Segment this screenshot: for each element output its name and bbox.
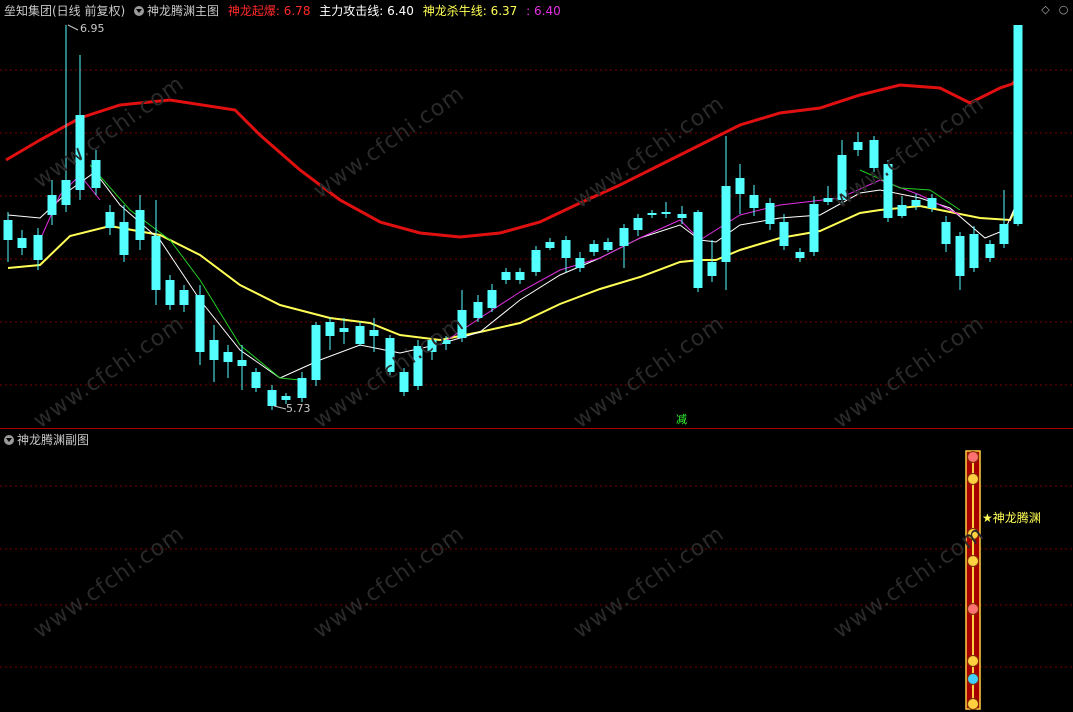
candle-body bbox=[369, 330, 379, 336]
candle-body bbox=[61, 180, 71, 205]
candle-body bbox=[589, 244, 599, 252]
candle-body bbox=[897, 205, 907, 216]
low-price-label: 5.73 bbox=[286, 402, 311, 415]
candle-body bbox=[281, 396, 291, 400]
candle-body bbox=[707, 262, 717, 276]
candle-body bbox=[267, 390, 277, 406]
candle-body bbox=[195, 295, 205, 352]
candle-body bbox=[3, 220, 13, 240]
signal-label: 减 bbox=[676, 413, 687, 426]
candle-body bbox=[515, 272, 525, 280]
candle-body bbox=[17, 238, 27, 248]
candle-body bbox=[969, 234, 979, 268]
candle-body bbox=[339, 328, 349, 332]
coin-icon bbox=[967, 555, 979, 567]
low-pointer bbox=[273, 405, 287, 410]
butterfly-icon bbox=[967, 473, 979, 485]
candle-body bbox=[135, 210, 145, 240]
arrow-up-icon bbox=[967, 698, 979, 710]
diamond-icon bbox=[967, 451, 979, 463]
candle-body bbox=[661, 212, 671, 214]
candle-body bbox=[209, 340, 219, 360]
candle-body bbox=[999, 224, 1009, 244]
candle-body bbox=[693, 212, 703, 288]
candle-body bbox=[749, 195, 759, 208]
candle-body bbox=[179, 290, 189, 305]
candle-body bbox=[501, 272, 511, 280]
candle-body bbox=[311, 325, 321, 380]
candle-body bbox=[955, 236, 965, 276]
candle-body bbox=[619, 228, 629, 246]
candle-body bbox=[355, 326, 365, 344]
candle-body bbox=[985, 244, 995, 258]
candle-body bbox=[633, 218, 643, 230]
candle-body bbox=[297, 378, 307, 398]
candle-body bbox=[941, 222, 951, 244]
candle-body bbox=[33, 235, 43, 260]
sub-marker-label: ★神龙腾渊 bbox=[982, 511, 1041, 525]
candle-body bbox=[677, 214, 687, 218]
candle-body bbox=[735, 178, 745, 194]
candle-body bbox=[237, 360, 247, 366]
high-pointer bbox=[67, 24, 79, 31]
candle-body bbox=[927, 198, 937, 208]
candle-body bbox=[721, 186, 731, 262]
candle-body bbox=[545, 242, 555, 248]
candle-body bbox=[809, 204, 819, 252]
candle-body bbox=[105, 212, 115, 228]
candle-body bbox=[325, 322, 335, 336]
candle-body bbox=[47, 195, 57, 215]
butterfly-icon bbox=[967, 673, 979, 685]
candle-body bbox=[647, 213, 657, 215]
candle-body bbox=[603, 242, 613, 250]
candle-body bbox=[575, 258, 585, 268]
high-price-label: 6.95 bbox=[80, 22, 105, 35]
candle-body bbox=[91, 160, 101, 188]
candle-body bbox=[119, 222, 129, 255]
candle-body bbox=[823, 198, 833, 202]
candle-body bbox=[151, 236, 161, 290]
candle-body bbox=[531, 250, 541, 272]
candle-body bbox=[779, 222, 789, 246]
candle-body bbox=[853, 142, 863, 150]
candle-body bbox=[487, 290, 497, 308]
diamond-icon bbox=[967, 603, 979, 615]
candle-body bbox=[911, 200, 921, 206]
candle-body bbox=[795, 252, 805, 258]
candle-body bbox=[1013, 25, 1023, 224]
candle-body bbox=[251, 372, 261, 388]
candle-body bbox=[165, 280, 175, 305]
candle-body bbox=[473, 302, 483, 318]
ball-icon bbox=[967, 655, 979, 667]
candle-body bbox=[223, 352, 233, 362]
candle-body bbox=[765, 203, 775, 224]
candle-body bbox=[561, 240, 571, 258]
